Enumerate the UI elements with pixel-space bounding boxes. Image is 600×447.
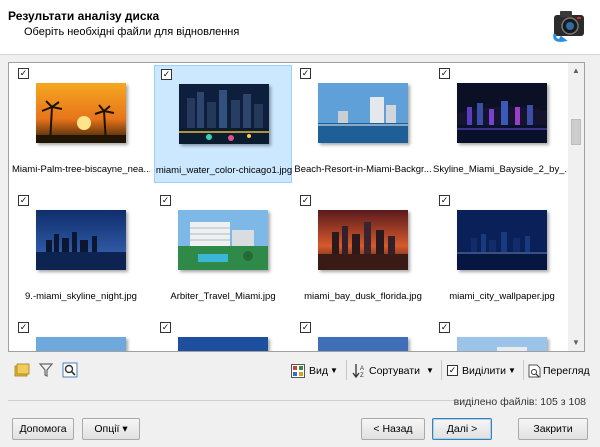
preview-button[interactable]: Перегляд	[528, 361, 590, 381]
preview-icon	[528, 364, 541, 378]
file-checkbox[interactable]: ✓	[18, 322, 29, 333]
wizard-header: Результати аналізу диска Оберіть необхід…	[0, 0, 600, 55]
photo-icon	[178, 337, 268, 351]
file-name: Beach-Resort-in-Miami-Backgr...	[294, 164, 432, 175]
page-subtitle: Оберіть необхідні файли для відновлення	[24, 26, 240, 38]
scrollbar-thumb[interactable]	[571, 119, 581, 145]
next-button[interactable]: Далі >	[432, 418, 492, 440]
status-divider	[8, 400, 476, 401]
file-tile[interactable]: ✓ Arbiter_Travel_Miami.jpg	[154, 192, 292, 310]
file-tile[interactable]: ✓ miami_bay_dusk_florida.jpg	[294, 192, 432, 310]
options-button[interactable]: Опції ▾	[82, 418, 140, 440]
file-name: miami_water_color-chicago1.jpg	[155, 165, 293, 176]
dusk-skyline-photo-icon	[318, 210, 408, 270]
file-checkbox[interactable]: ✓	[160, 322, 171, 333]
select-label: Виділити	[462, 365, 506, 377]
file-tile[interactable]: ✓	[433, 319, 571, 351]
page-title: Результати аналізу диска	[8, 9, 160, 23]
view-icon	[291, 364, 305, 378]
beach-resort-photo-icon	[318, 83, 408, 143]
photo-icon	[457, 337, 547, 351]
file-name: 9.-miami_skyline_night.jpg	[25, 291, 137, 302]
file-checkbox[interactable]: ✓	[18, 195, 29, 206]
file-thumbnail-grid[interactable]: ✓ Miami-Palm-tree-biscayne_nea... ✓ miam…	[8, 62, 585, 352]
file-name: miami_bay_dusk_florida.jpg	[304, 291, 422, 302]
file-tile[interactable]: ✓ miami_water_color-chicago1.jpg	[154, 65, 292, 183]
camera-recovery-logo-icon	[553, 11, 584, 42]
preview-label: Перегляд	[543, 365, 590, 377]
toolbar-divider	[346, 360, 347, 380]
file-tile[interactable]: ✓	[294, 319, 432, 351]
help-button[interactable]: Допомога	[12, 418, 74, 440]
svg-text:Z: Z	[360, 373, 364, 379]
file-name: Arbiter_Travel_Miami.jpg	[170, 291, 276, 302]
file-tile[interactable]: ✓	[12, 319, 150, 351]
selected-files-counter: виділено файлів: 105 з 108	[453, 396, 586, 408]
file-tile[interactable]: ✓	[154, 319, 292, 351]
sort-label: Сортувати	[369, 365, 420, 377]
vertical-scrollbar[interactable]: ▲ ▼	[568, 62, 585, 352]
search-icon[interactable]	[62, 362, 78, 378]
select-dropdown-arrow-icon[interactable]: ▼	[508, 361, 520, 381]
folder-icon[interactable]	[14, 362, 30, 378]
select-button[interactable]: ✓ Виділити	[447, 361, 513, 381]
filter-icon[interactable]	[38, 362, 54, 378]
file-tile[interactable]: ✓ miami_city_wallpaper.jpg	[433, 192, 571, 310]
sort-icon: A Z	[352, 364, 364, 379]
file-name: Skyline_Miami_Bayside_2_by_...	[433, 164, 571, 175]
night-skyline-photo-icon	[179, 84, 269, 144]
file-checkbox[interactable]: ✓	[439, 195, 450, 206]
view-dropdown-arrow-icon[interactable]: ▼	[330, 361, 342, 381]
file-checkbox[interactable]: ✓	[439, 322, 450, 333]
select-checkbox-icon: ✓	[447, 365, 458, 376]
file-name: miami_city_wallpaper.jpg	[449, 291, 555, 302]
file-checkbox[interactable]: ✓	[300, 68, 311, 79]
close-button[interactable]: Закрити	[518, 418, 588, 440]
file-checkbox[interactable]: ✓	[300, 195, 311, 206]
sunset-palms-photo-icon	[36, 83, 126, 143]
gallery-toolbar: Вид ▼ A Z Сортувати ▼ ✓ Виділити ▼ Перег…	[8, 358, 590, 384]
hotel-photo-icon	[178, 210, 268, 270]
file-checkbox[interactable]: ✓	[439, 68, 450, 79]
file-checkbox[interactable]: ✓	[160, 195, 171, 206]
night-skyline-photo-icon	[36, 210, 126, 270]
file-checkbox[interactable]: ✓	[300, 322, 311, 333]
svg-text:A: A	[360, 366, 364, 372]
scroll-down-arrow-icon[interactable]: ▼	[568, 335, 584, 351]
file-checkbox[interactable]: ✓	[18, 68, 29, 79]
file-tile[interactable]: ✓ 9.-miami_skyline_night.jpg	[12, 192, 150, 310]
sort-dropdown-arrow-icon[interactable]: ▼	[426, 361, 438, 381]
photo-icon	[318, 337, 408, 351]
file-tile[interactable]: ✓ Miami-Palm-tree-biscayne_nea...	[12, 65, 150, 183]
scroll-up-arrow-icon[interactable]: ▲	[568, 63, 584, 79]
file-tile[interactable]: ✓ Skyline_Miami_Bayside_2_by_...	[433, 65, 571, 183]
sort-button[interactable]: A Z Сортувати	[352, 361, 434, 381]
file-tile[interactable]: ✓ Beach-Resort-in-Miami-Backgr...	[294, 65, 432, 183]
file-checkbox[interactable]: ✓	[161, 69, 172, 80]
back-button[interactable]: < Назад	[361, 418, 425, 440]
photo-icon	[36, 337, 126, 351]
toolbar-divider	[523, 360, 524, 380]
night-skyline-photo-icon	[457, 83, 547, 143]
file-name: Miami-Palm-tree-biscayne_nea...	[12, 164, 150, 175]
night-skyline-photo-icon	[457, 210, 547, 270]
toolbar-divider	[441, 360, 442, 380]
view-label: Вид	[309, 365, 328, 377]
